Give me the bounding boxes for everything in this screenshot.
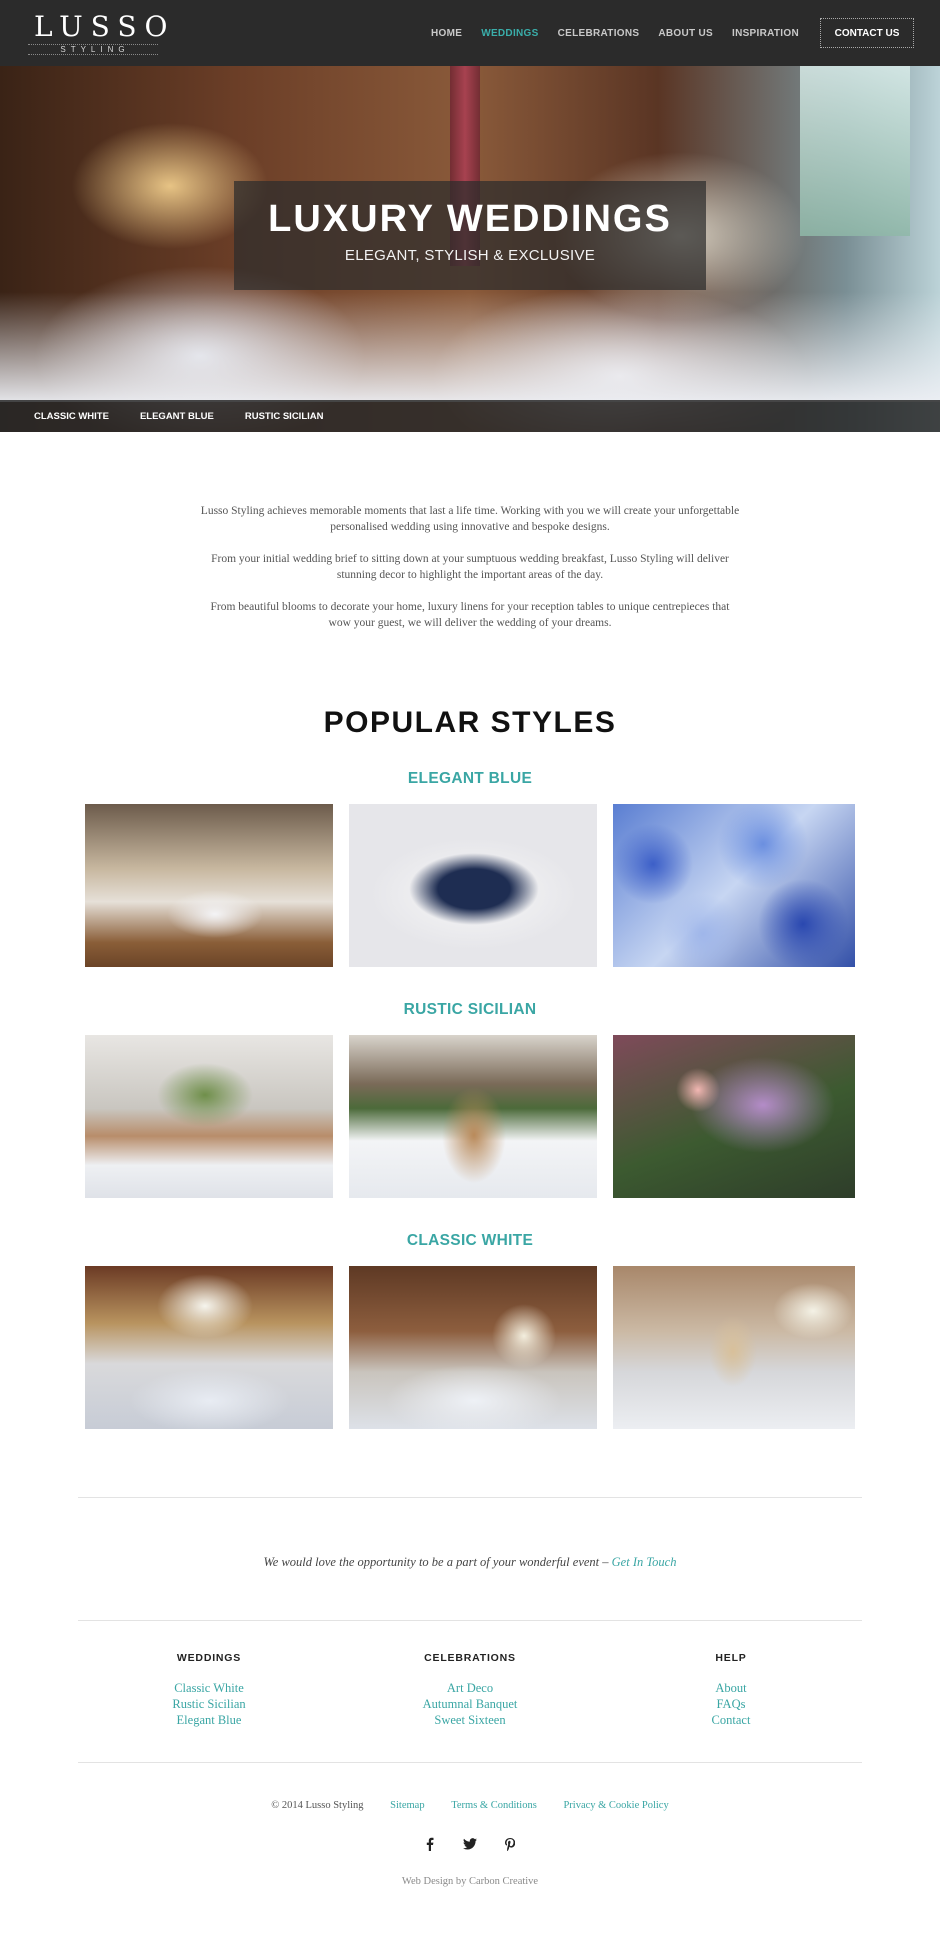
- style-link-rustic-sicilian[interactable]: RUSTIC SICILIAN: [245, 411, 324, 422]
- photo-row-elegant-blue: [85, 804, 855, 967]
- intro-paragraph: From your initial wedding brief to sitti…: [211, 553, 729, 581]
- style-photo[interactable]: [85, 804, 333, 967]
- photo-row-classic-white: [85, 1266, 855, 1429]
- nav-weddings[interactable]: WEDDINGS: [481, 28, 538, 39]
- photo-row-rustic-sicilian: [85, 1035, 855, 1198]
- footer-link[interactable]: FAQs: [631, 1696, 831, 1712]
- hero-subtitle: ELEGANT, STYLISH & EXCLUSIVE: [344, 247, 596, 264]
- call-to-action: We would love the opportunity to be a pa…: [0, 1555, 940, 1570]
- intro-paragraph: From beautiful blooms to decorate your h…: [210, 601, 730, 629]
- facebook-icon[interactable]: [422, 1836, 438, 1852]
- hero-banner: LUXURY WEDDINGS ELEGANT, STYLISH & EXCLU…: [0, 66, 940, 432]
- social-links: [0, 1836, 940, 1852]
- footer-link[interactable]: About: [631, 1680, 831, 1696]
- style-photo[interactable]: [613, 804, 855, 967]
- footer-heading: HELP: [715, 1652, 747, 1664]
- hero-table-decoration: [0, 292, 940, 402]
- nav-inspiration[interactable]: INSPIRATION: [732, 28, 799, 39]
- sitemap-link[interactable]: Sitemap: [390, 1800, 424, 1811]
- privacy-link[interactable]: Privacy & Cookie Policy: [563, 1800, 668, 1811]
- hero-title: LUXURY WEDDINGS: [268, 198, 672, 240]
- style-photo[interactable]: [85, 1035, 333, 1198]
- style-photo[interactable]: [349, 1035, 597, 1198]
- divider: [78, 1620, 862, 1621]
- logo[interactable]: LUSSO STYLING: [28, 10, 176, 55]
- nav-home[interactable]: HOME: [431, 28, 462, 39]
- hero-caption-box: LUXURY WEDDINGS ELEGANT, STYLISH & EXCLU…: [234, 181, 706, 290]
- logo-tagline: STYLING: [28, 44, 158, 55]
- style-link-classic-white[interactable]: CLASSIC WHITE: [34, 411, 109, 422]
- design-credit[interactable]: Web Design by Carbon Creative: [0, 1876, 940, 1887]
- style-link-elegant-blue[interactable]: ELEGANT BLUE: [140, 411, 214, 422]
- logo-name: LUSSO: [34, 10, 176, 43]
- pinterest-icon[interactable]: [502, 1836, 518, 1852]
- main-nav: HOME WEDDINGS CELEBRATIONS ABOUT US INSP…: [412, 0, 940, 66]
- footer-link[interactable]: Rustic Sicilian: [109, 1696, 309, 1712]
- style-photo[interactable]: [349, 804, 597, 967]
- divider: [78, 1497, 862, 1498]
- site-header: LUSSO STYLING HOME WEDDINGS CELEBRATIONS…: [0, 0, 940, 66]
- style-photo[interactable]: [613, 1266, 855, 1429]
- footer-column-help: HELP About FAQs Contact: [631, 1652, 831, 1728]
- footer-link[interactable]: Autumnal Banquet: [370, 1696, 570, 1712]
- hero-window-decoration: [800, 66, 910, 236]
- style-photo[interactable]: [85, 1266, 333, 1429]
- contact-us-button[interactable]: CONTACT US: [820, 18, 914, 48]
- footer-link[interactable]: Contact: [631, 1712, 831, 1728]
- footer-link[interactable]: Elegant Blue: [109, 1712, 309, 1728]
- style-heading-elegant-blue[interactable]: ELEGANT BLUE: [0, 770, 940, 788]
- footer-link[interactable]: Classic White: [109, 1680, 309, 1696]
- footer-link[interactable]: Sweet Sixteen: [370, 1712, 570, 1728]
- intro-paragraph: Lusso Styling achieves memorable moments…: [200, 505, 740, 533]
- get-in-touch-link[interactable]: Get In Touch: [612, 1555, 677, 1569]
- footer-heading: CELEBRATIONS: [424, 1652, 516, 1664]
- style-heading-classic-white[interactable]: CLASSIC WHITE: [0, 1232, 940, 1250]
- style-photo[interactable]: [349, 1266, 597, 1429]
- style-heading-rustic-sicilian[interactable]: RUSTIC SICILIAN: [0, 1001, 940, 1019]
- popular-styles-title: POPULAR STYLES: [323, 706, 617, 739]
- copyright: © 2014 Lusso Styling: [271, 1800, 364, 1811]
- style-photo[interactable]: [613, 1035, 855, 1198]
- footer-column-celebrations: CELEBRATIONS Art Deco Autumnal Banquet S…: [370, 1652, 570, 1728]
- twitter-icon[interactable]: [462, 1836, 478, 1852]
- cta-text: We would love the opportunity to be a pa…: [263, 1555, 612, 1569]
- nav-about-us[interactable]: ABOUT US: [658, 28, 713, 39]
- legal-bar: © 2014 Lusso Styling Sitemap Terms & Con…: [0, 1800, 940, 1811]
- footer-link[interactable]: Art Deco: [370, 1680, 570, 1696]
- footer-heading: WEDDINGS: [176, 1652, 242, 1664]
- divider: [78, 1762, 862, 1763]
- nav-celebrations[interactable]: CELEBRATIONS: [558, 28, 640, 39]
- style-link-bar: CLASSIC WHITE ELEGANT BLUE RUSTIC SICILI…: [0, 400, 940, 432]
- footer-column-weddings: WEDDINGS Classic White Rustic Sicilian E…: [109, 1652, 309, 1728]
- intro-text: Lusso Styling achieves memorable moments…: [200, 503, 740, 647]
- terms-link[interactable]: Terms & Conditions: [451, 1800, 537, 1811]
